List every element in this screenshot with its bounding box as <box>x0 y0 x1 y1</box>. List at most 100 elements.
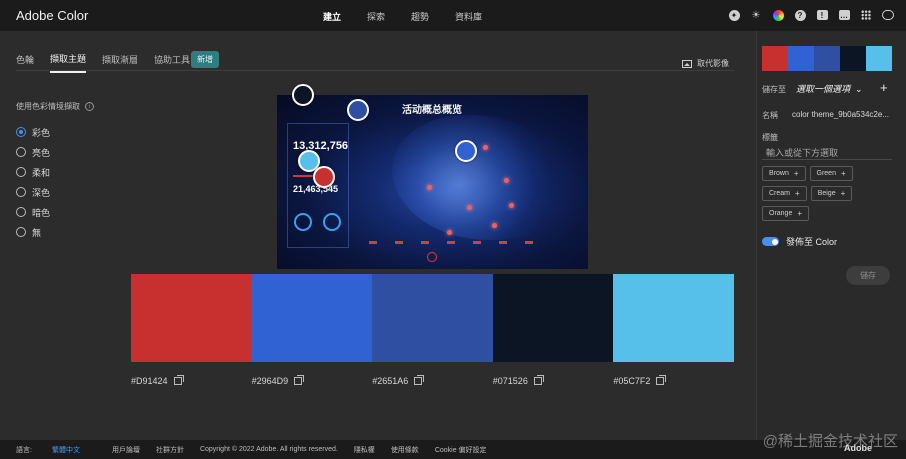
color-wheel-icon[interactable] <box>772 9 784 21</box>
footer-link-forum[interactable]: 用戶論壇 <box>112 445 140 455</box>
tag-label: Green <box>816 170 836 177</box>
color-picker-handle-4[interactable] <box>292 84 314 106</box>
awards-icon[interactable]: ✦ <box>728 9 740 21</box>
color-picker-handle-3[interactable] <box>347 99 369 121</box>
publish-toggle[interactable] <box>762 237 779 246</box>
image-title: 活动概总概览 <box>402 105 462 116</box>
name-label: 名稱 <box>762 111 778 120</box>
mini-swatch-4 <box>840 46 866 71</box>
watermark: @稀土掘金技术社区 <box>762 433 898 450</box>
tag-chip[interactable]: Brown + <box>762 166 806 181</box>
image-big-number: 13,312,756 <box>293 140 349 152</box>
plus-icon: + <box>840 169 846 178</box>
mood-option-label: 無 <box>32 227 42 238</box>
mood-option-label: 柔和 <box>32 167 51 178</box>
plus-icon: + <box>797 209 803 218</box>
app-brand[interactable]: Adobe Color <box>16 8 88 23</box>
replace-image-button[interactable]: 取代影像 <box>682 58 729 69</box>
mood-options: 彩色 亮色 柔和 深色 暗色 無 <box>16 122 50 242</box>
tag-label: Brown <box>769 170 789 177</box>
nav-explore[interactable]: 探索 <box>367 10 385 23</box>
top-nav: 建立 探索 趨勢 資料庫 <box>323 10 508 23</box>
map-dot <box>447 230 452 235</box>
map-dot <box>427 185 432 190</box>
swatch-5[interactable] <box>613 274 734 362</box>
suggested-tags: Brown + Green + Cream + Beige + Orange + <box>762 166 890 226</box>
radio-icon[interactable] <box>16 227 26 237</box>
publish-toggle-row: 發佈至 Color <box>762 235 837 248</box>
mood-option-none[interactable]: 無 <box>16 222 50 242</box>
map-dot <box>483 145 488 150</box>
language-label: 語言: <box>16 446 32 454</box>
copy-icon[interactable] <box>294 375 305 385</box>
new-badge: 新增 <box>191 51 219 68</box>
nav-trends[interactable]: 趨勢 <box>411 10 429 23</box>
mood-option-dark[interactable]: 暗色 <box>16 202 50 222</box>
mood-option-label: 亮色 <box>32 147 51 158</box>
swatch-4[interactable] <box>492 274 614 362</box>
tag-label: Cream <box>769 190 791 197</box>
footer-link-cookies[interactable]: Cookie 偏好設定 <box>435 445 487 455</box>
help-icon[interactable]: ? <box>794 9 806 21</box>
radio-icon[interactable] <box>16 167 26 177</box>
footer-link-privacy[interactable]: 隱私權 <box>354 445 375 455</box>
tag-label: Orange <box>769 210 793 217</box>
radio-selected-icon[interactable] <box>16 127 26 137</box>
nav-create[interactable]: 建立 <box>323 10 341 23</box>
mood-option-deep[interactable]: 深色 <box>16 182 50 202</box>
publish-label: 發佈至 Color <box>786 237 838 247</box>
image-map-glow <box>392 115 562 240</box>
map-dot <box>467 205 472 210</box>
copy-icon[interactable] <box>414 375 425 385</box>
hex-code[interactable]: #D91424 <box>131 376 168 386</box>
hex-code[interactable]: #2651A6 <box>372 376 408 386</box>
alert-icon[interactable]: ! <box>816 9 828 21</box>
info-icon[interactable]: i <box>85 102 94 111</box>
copy-icon[interactable] <box>173 375 184 385</box>
mini-swatch-5 <box>866 46 892 71</box>
copy-icon[interactable] <box>533 375 544 385</box>
tag-chip[interactable]: Cream + <box>762 186 807 201</box>
hex-code[interactable]: #071526 <box>493 376 528 386</box>
footer-link-terms[interactable]: 使用條款 <box>391 445 419 455</box>
radio-icon[interactable] <box>16 207 26 217</box>
creative-cloud-icon[interactable] <box>882 9 894 21</box>
image-second-number: 21,463,545 <box>293 184 339 194</box>
nav-library[interactable]: 資料庫 <box>455 10 482 23</box>
hex-item-1: #D91424 <box>131 375 252 386</box>
apps-grid-icon[interactable] <box>860 9 872 21</box>
hex-item-5: #05C7F2 <box>613 375 734 386</box>
color-picker-handle-2[interactable] <box>455 140 477 162</box>
tags-input[interactable]: 輸入或從下方選取 <box>762 144 892 160</box>
swatch-2[interactable] <box>251 274 373 362</box>
mini-palette <box>762 46 892 71</box>
swatch-1[interactable] <box>131 274 252 362</box>
mood-option-muted[interactable]: 柔和 <box>16 162 50 182</box>
name-field[interactable]: color theme_9b0a534c2e... <box>792 110 889 119</box>
language-select[interactable]: 繁體中文 <box>52 447 80 454</box>
tag-chip[interactable]: Orange + <box>762 206 810 221</box>
radio-icon[interactable] <box>16 147 26 157</box>
radio-icon[interactable] <box>16 187 26 197</box>
footer-link-guidelines[interactable]: 社群方針 <box>156 445 184 455</box>
tag-chip[interactable]: Green + <box>809 166 853 181</box>
mood-option-bright[interactable]: 亮色 <box>16 142 50 162</box>
add-library-icon[interactable]: + <box>880 80 888 95</box>
chat-icon[interactable]: … <box>838 9 850 21</box>
hex-code[interactable]: #2964D9 <box>252 376 289 386</box>
image-ring-right <box>323 213 341 231</box>
theme-icon[interactable]: ☀ <box>750 9 762 21</box>
tag-chip[interactable]: Beige + <box>810 186 853 201</box>
hex-item-2: #2964D9 <box>252 375 373 386</box>
save-to-select[interactable]: 選取一個選項 ⌄ <box>796 82 863 95</box>
save-to-label: 儲存至 <box>762 85 786 94</box>
mini-swatch-2 <box>788 46 814 71</box>
swatch-3[interactable] <box>372 274 493 362</box>
hex-code[interactable]: #05C7F2 <box>613 376 650 386</box>
footer-language: 語言: 繁體中文 <box>16 445 96 455</box>
color-picker-handle-1[interactable] <box>313 166 335 188</box>
copy-icon[interactable] <box>656 375 667 385</box>
mood-option-colorful[interactable]: 彩色 <box>16 122 50 142</box>
map-dot <box>492 223 497 228</box>
save-button[interactable]: 儲存 <box>846 266 890 285</box>
